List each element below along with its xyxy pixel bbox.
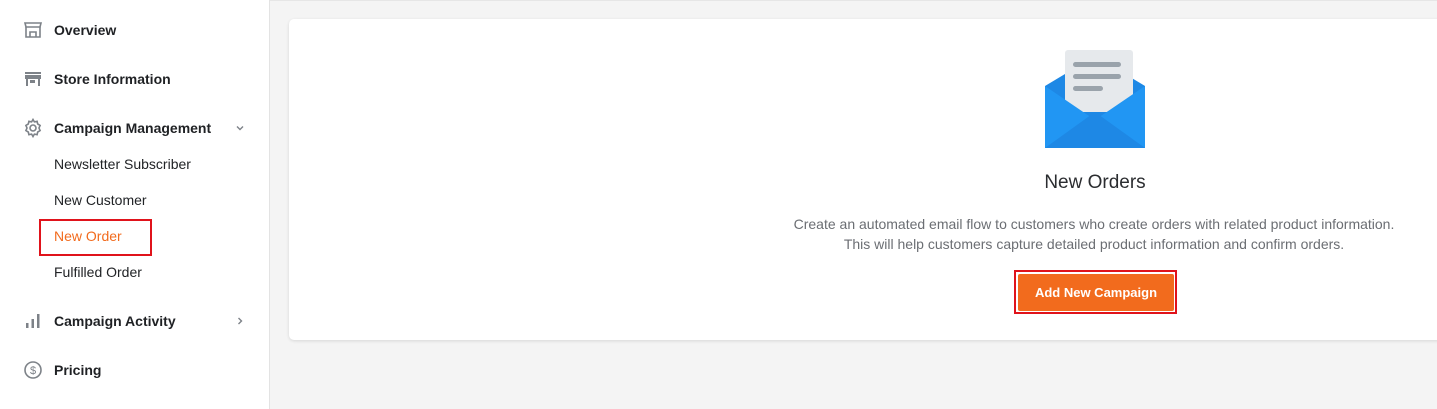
bar-chart-icon <box>23 311 43 331</box>
add-new-campaign-button[interactable]: Add New Campaign <box>1018 274 1174 311</box>
description: Create an automated email flow to custom… <box>744 214 1437 254</box>
sidebar-item-label: Store Information <box>54 71 171 87</box>
sidebar-item-label: Overview <box>54 22 117 38</box>
store-icon <box>23 69 43 89</box>
chevron-right-icon[interactable] <box>234 315 246 327</box>
top-divider <box>270 0 1437 1</box>
storefront-icon <box>23 20 43 40</box>
description-line-1: Create an automated email flow to custom… <box>793 216 1395 232</box>
sidebar-subitem-newsletter-subscriber[interactable]: Newsletter Subscriber <box>54 154 191 174</box>
sidebar-item-campaign-activity[interactable]: Campaign Activity <box>0 306 269 336</box>
sidebar-subitem-new-customer[interactable]: New Customer <box>54 190 147 210</box>
sidebar-subitem-fulfilled-order[interactable]: Fulfilled Order <box>54 262 142 282</box>
sidebar-item-pricing[interactable]: $ Pricing <box>0 355 269 385</box>
sidebar: Overview Store Information Campaign Mana… <box>0 0 270 409</box>
email-envelope-icon <box>1043 48 1147 152</box>
sidebar-item-label: Pricing <box>54 362 102 378</box>
page-title: New Orders <box>1044 172 1146 193</box>
description-line-2: This will help customers capture detaile… <box>843 236 1345 252</box>
sidebar-item-store-information[interactable]: Store Information <box>0 64 269 94</box>
sidebar-item-overview[interactable]: Overview <box>0 15 269 45</box>
dollar-circle-icon: $ <box>23 360 43 380</box>
gear-icon <box>23 118 43 138</box>
sidebar-item-label: Campaign Activity <box>54 313 176 329</box>
sidebar-item-label: Campaign Management <box>54 120 212 136</box>
sidebar-item-campaign-management[interactable]: Campaign Management <box>0 113 269 143</box>
chevron-down-icon[interactable] <box>234 122 246 134</box>
sidebar-subitem-new-order[interactable]: New Order <box>54 226 122 246</box>
svg-text:$: $ <box>30 365 36 377</box>
